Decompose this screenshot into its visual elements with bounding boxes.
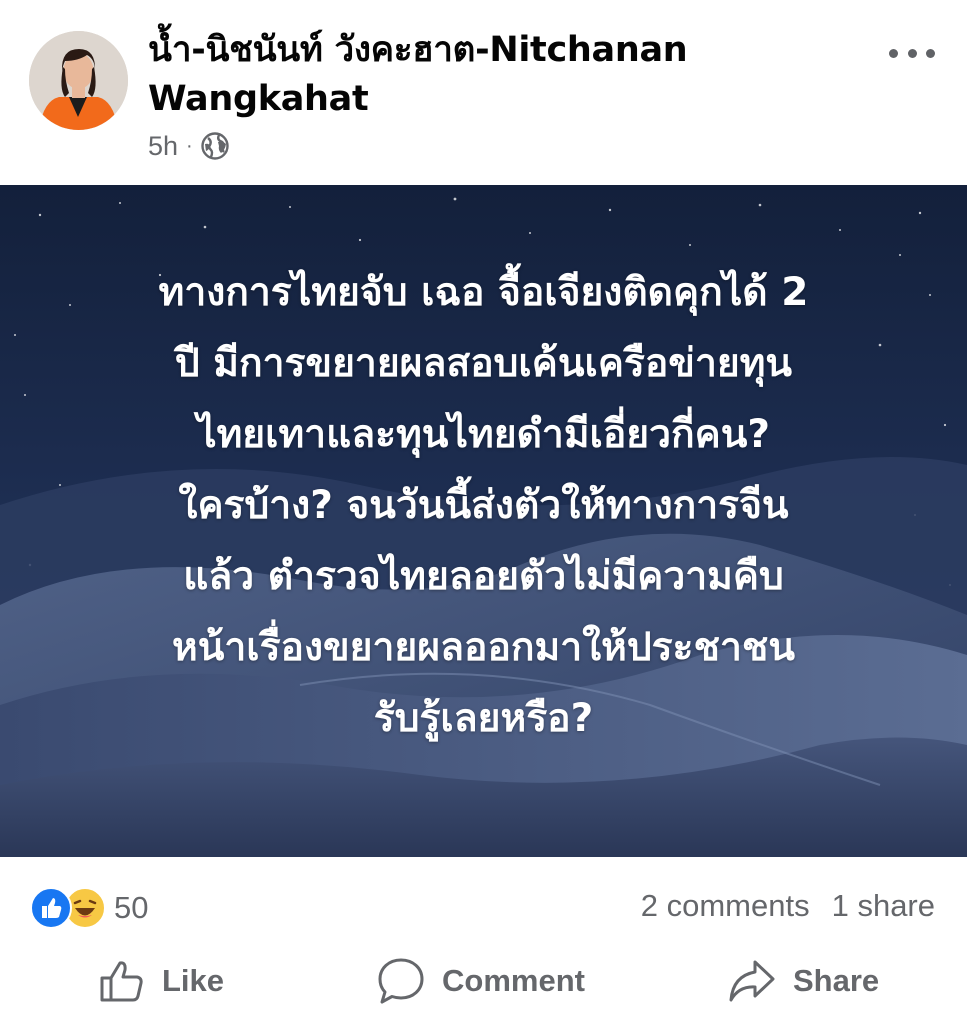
- meta-separator: ·: [186, 134, 193, 157]
- post-meta: 5h ·: [148, 128, 229, 164]
- post-header: น้ำ-นิชนันท์ วังคะฮาต-Nitchanan Wangkaha…: [0, 0, 967, 185]
- post-text-line: ไทยเทาและทุนไทยดำมีเอี่ยวกี่คน?: [196, 412, 771, 457]
- globe-icon: [201, 132, 229, 160]
- share-icon: [729, 960, 775, 1002]
- post-actions: Like Comment Share: [0, 944, 967, 1019]
- post-text-line: หน้าเรื่องขยายผลออกมาให้ประชาชน: [172, 625, 795, 670]
- shares-count[interactable]: 1 share: [832, 888, 935, 924]
- author-name[interactable]: น้ำ-นิชนันท์ วังคะฮาต-Nitchanan Wangkaha…: [148, 26, 868, 124]
- more-dot: [907, 48, 917, 58]
- more-dot: [889, 48, 898, 58]
- author-avatar[interactable]: [29, 31, 128, 130]
- share-button[interactable]: Share: [727, 956, 879, 1006]
- post-text-line: รับรู้เลยหรือ?: [373, 696, 594, 741]
- post-image-text: ทางการไทยจับ เฉอ จื้อเจียงติดคุกได้ 2 ปี…: [40, 257, 927, 754]
- author-name-line2: Wangkahat: [148, 79, 369, 119]
- like-button[interactable]: Like: [98, 956, 224, 1006]
- post-time[interactable]: 5h: [148, 131, 178, 162]
- author-name-line1: น้ำ-นิชนันท์ วังคะฮาต-Nitchanan: [148, 30, 688, 70]
- comment-icon: [378, 958, 424, 1004]
- post-text-line: แล้ว ตำรวจไทยลอยตัวไม่มีความคืบ: [183, 554, 784, 599]
- reaction-count: 50: [114, 890, 149, 925]
- more-options-button[interactable]: [889, 38, 935, 68]
- post-image[interactable]: ทางการไทยจับ เฉอ จื้อเจียงติดคุกได้ 2 ปี…: [0, 185, 967, 857]
- comment-button[interactable]: Comment: [376, 956, 585, 1006]
- post-text-line: ทางการไทยจับ เฉอ จื้อเจียงติดคุกได้ 2: [158, 270, 809, 315]
- more-dot: [926, 48, 935, 58]
- avatar-image: [29, 31, 128, 130]
- reactions-summary[interactable]: 50: [30, 887, 148, 929]
- thumbs-up-glyph: [42, 898, 62, 918]
- engagement-counts: 2 comments 1 share: [641, 888, 935, 924]
- comment-label: Comment: [442, 963, 585, 998]
- like-reaction-icon: [30, 887, 72, 929]
- comments-count[interactable]: 2 comments: [641, 888, 810, 924]
- post-text-line: ปี มีการขยายผลสอบเค้นเครือข่ายทุน: [174, 341, 793, 386]
- post-text-line: ใครบ้าง? จนวันนี้ส่งตัวให้ทางการจีน: [178, 483, 789, 528]
- thumbs-up-icon: [100, 961, 143, 1002]
- share-label: Share: [793, 963, 880, 998]
- post-stats: 50 2 comments 1 share: [0, 870, 967, 940]
- like-label: Like: [162, 963, 225, 998]
